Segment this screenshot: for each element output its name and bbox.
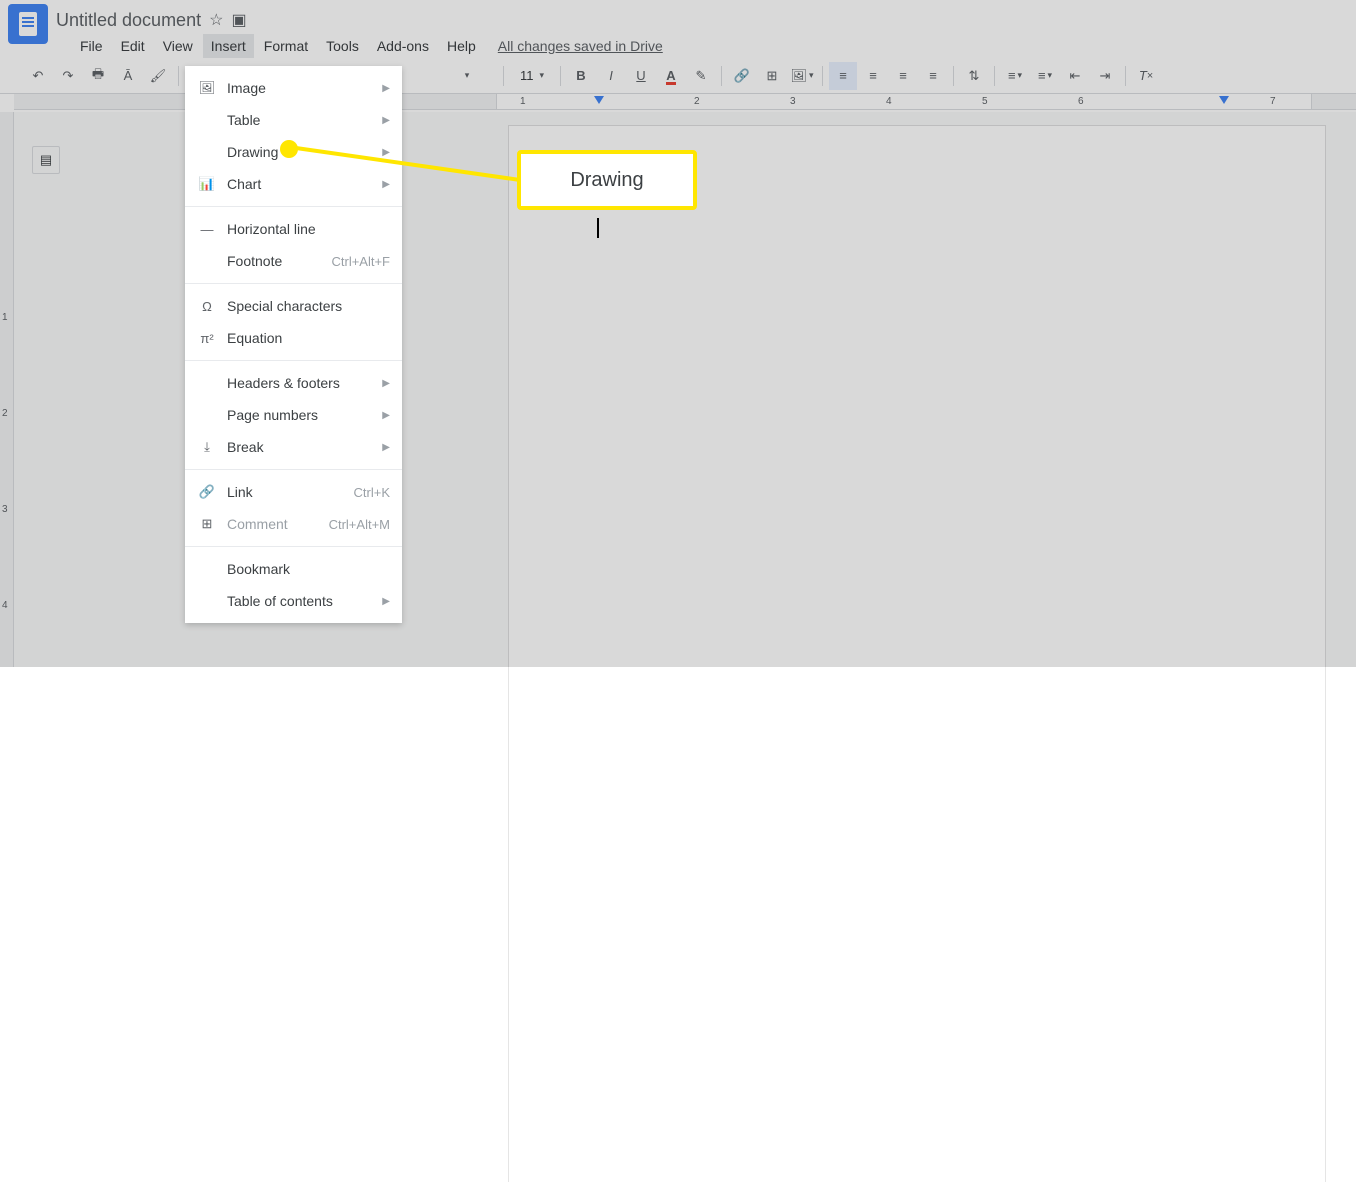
bulleted-list-button[interactable]: ≡▾ <box>1031 62 1059 90</box>
menu-item-label: Page numbers <box>227 407 382 423</box>
move-icon[interactable]: ▣ <box>231 10 246 30</box>
decrease-indent-button[interactable]: ⇤ <box>1061 62 1089 90</box>
clear-formatting-button[interactable]: T× <box>1132 62 1160 90</box>
docs-logo[interactable] <box>8 4 48 44</box>
menu-item-label: Footnote <box>227 253 331 269</box>
insert-menu-equation[interactable]: π² Equation <box>185 322 402 354</box>
align-center-button[interactable]: ≡ <box>859 62 887 90</box>
menu-view[interactable]: View <box>155 34 201 58</box>
document-title[interactable]: Untitled document <box>56 10 201 31</box>
menu-item-label: Link <box>227 484 354 500</box>
menu-item-label: Break <box>227 439 382 455</box>
align-left-button[interactable]: ≡ <box>829 62 857 90</box>
text-color-button[interactable]: A <box>657 62 685 90</box>
align-right-button[interactable]: ≡ <box>889 62 917 90</box>
insert-link-button[interactable]: 🔗 <box>728 62 756 90</box>
submenu-arrow-icon: ▶ <box>382 115 390 126</box>
star-icon[interactable]: ☆ <box>209 10 223 30</box>
menu-item-label: Headers & footers <box>227 375 382 391</box>
submenu-arrow-icon: ▶ <box>382 83 390 94</box>
insert-menu-horizontal-line[interactable]: — Horizontal line <box>185 213 402 245</box>
underline-button[interactable]: U <box>627 62 655 90</box>
menu-edit[interactable]: Edit <box>113 34 153 58</box>
submenu-arrow-icon: ▶ <box>382 410 390 421</box>
link-icon: 🔗 <box>197 484 217 500</box>
font-size-selector[interactable]: 11▾ <box>510 64 554 88</box>
insert-menu-break[interactable]: ⤓ Break▶ <box>185 431 402 463</box>
numbered-list-button[interactable]: ≡▾ <box>1001 62 1029 90</box>
insert-image-button[interactable]: 🖼▾ <box>788 62 816 90</box>
line-icon: — <box>197 222 217 237</box>
menu-format[interactable]: Format <box>256 34 316 58</box>
insert-menu-headers-footers[interactable]: Headers & footers▶ <box>185 367 402 399</box>
submenu-arrow-icon: ▶ <box>382 179 390 190</box>
annotation-callout: Drawing <box>517 150 697 210</box>
menu-file[interactable]: File <box>72 34 111 58</box>
undo-button[interactable]: ↶ <box>24 62 52 90</box>
insert-menu-page-numbers[interactable]: Page numbers▶ <box>185 399 402 431</box>
menu-addons[interactable]: Add-ons <box>369 34 437 58</box>
menu-item-label: Image <box>227 80 382 96</box>
menu-item-label: Comment <box>227 516 329 532</box>
menu-bar: File Edit View Insert Format Tools Add-o… <box>0 32 1356 58</box>
print-button[interactable]: 🖶 <box>84 62 112 90</box>
text-cursor <box>597 218 599 238</box>
submenu-arrow-icon: ▶ <box>382 147 390 158</box>
menu-item-label: Table <box>227 112 382 128</box>
submenu-arrow-icon: ▶ <box>382 442 390 453</box>
align-justify-button[interactable]: ≡ <box>919 62 947 90</box>
redo-button[interactable]: ↷ <box>54 62 82 90</box>
paint-format-button[interactable]: 🖌 <box>144 62 172 90</box>
bold-button[interactable]: B <box>567 62 595 90</box>
menu-item-label: Bookmark <box>227 561 390 577</box>
shortcut-label: Ctrl+Alt+F <box>331 254 390 269</box>
menu-item-label: Horizontal line <box>227 221 390 237</box>
menu-item-label: Drawing <box>227 144 382 160</box>
annotation-dot <box>280 140 298 158</box>
chart-icon: 📊 <box>197 176 217 192</box>
insert-menu-link[interactable]: 🔗 LinkCtrl+K <box>185 476 402 508</box>
insert-menu-comment[interactable]: ⊞ CommentCtrl+Alt+M <box>185 508 402 540</box>
insert-menu-image[interactable]: 🖼 Image▶ <box>185 72 402 104</box>
menu-tools[interactable]: Tools <box>318 34 367 58</box>
font-selector[interactable]: ▾ <box>437 64 497 88</box>
comment-icon: ⊞ <box>197 516 217 532</box>
submenu-arrow-icon: ▶ <box>382 378 390 389</box>
image-icon: 🖼 <box>197 80 217 96</box>
omega-icon: Ω <box>197 299 217 314</box>
pi-icon: π² <box>197 331 217 346</box>
menu-help[interactable]: Help <box>439 34 484 58</box>
increase-indent-button[interactable]: ⇥ <box>1091 62 1119 90</box>
insert-comment-button[interactable]: ⊞ <box>758 62 786 90</box>
outline-toggle-button[interactable]: ▤ <box>32 146 60 174</box>
shortcut-label: Ctrl+Alt+M <box>329 517 390 532</box>
document-page[interactable] <box>509 126 1325 1182</box>
title-bar: Untitled document ☆ ▣ <box>0 0 1356 32</box>
spellcheck-button[interactable]: Ā <box>114 62 142 90</box>
menu-insert[interactable]: Insert <box>203 34 254 58</box>
insert-menu-table-of-contents[interactable]: Table of contents▶ <box>185 585 402 617</box>
insert-menu-table[interactable]: Table▶ <box>185 104 402 136</box>
shortcut-label: Ctrl+K <box>354 485 390 500</box>
insert-menu-chart[interactable]: 📊 Chart▶ <box>185 168 402 200</box>
menu-item-label: Table of contents <box>227 593 382 609</box>
insert-menu-special-characters[interactable]: Ω Special characters <box>185 290 402 322</box>
insert-menu-footnote[interactable]: FootnoteCtrl+Alt+F <box>185 245 402 277</box>
menu-item-label: Special characters <box>227 298 390 314</box>
break-icon: ⤓ <box>197 439 217 455</box>
vertical-ruler[interactable]: 1 2 3 4 <box>0 112 14 667</box>
italic-button[interactable]: I <box>597 62 625 90</box>
menu-item-label: Equation <box>227 330 390 346</box>
submenu-arrow-icon: ▶ <box>382 596 390 607</box>
highlight-button[interactable]: ✎ <box>687 62 715 90</box>
insert-menu-bookmark[interactable]: Bookmark <box>185 553 402 585</box>
save-status[interactable]: All changes saved in Drive <box>498 38 663 54</box>
menu-item-label: Chart <box>227 176 382 192</box>
line-spacing-button[interactable]: ⇅ <box>960 62 988 90</box>
